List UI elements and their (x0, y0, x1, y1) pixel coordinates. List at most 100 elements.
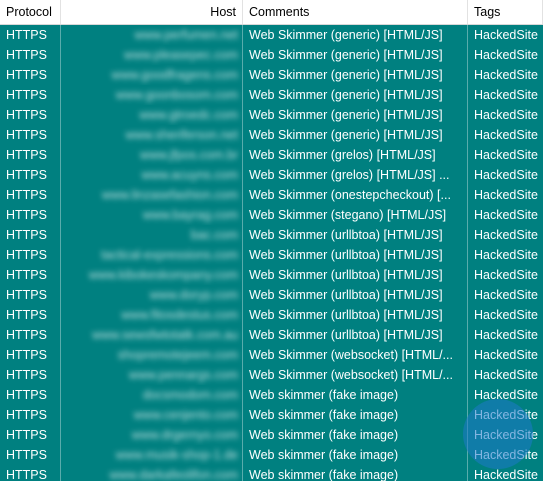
table-row[interactable]: HTTPS shopremotejeem.com Web Skimmer (webs… (0, 345, 543, 365)
host-text-redacted: docsmodom.com (142, 388, 238, 402)
cell-host: www.fitosdestus.com (61, 305, 243, 325)
cell-tags: HackedSite (474, 328, 538, 342)
cell-protocol: HTTPS (0, 405, 61, 425)
cell-tags: HackedSite (474, 248, 538, 262)
table-row[interactable]: HTTPS www.drgernyo.com Web skimmer (fake i… (0, 425, 543, 445)
table-row[interactable]: HTTPS www.goodfragens.com Web Skimmer (gen… (0, 65, 543, 85)
cell-host: www.gtroedc.com (61, 105, 243, 125)
cell-comments: Web Skimmer (generic) [HTML/JS] (243, 25, 468, 45)
table-row[interactable]: HTTPS www.fitosdestus.com Web Skimmer (url… (0, 305, 543, 325)
cell-tags: HackedSite (474, 468, 538, 481)
table-row[interactable]: HTTPS www.sewsfwtotatk.com.au Web Skimmer … (0, 325, 543, 345)
table-row[interactable]: HTTPS www.doryp.com Web Skimmer (urllbtoa)… (0, 285, 543, 305)
cell-tags: HackedSite (474, 68, 538, 82)
cell-tags: HackedSite (474, 148, 538, 162)
cell-comments: Web Skimmer (urllbtoa) [HTML/JS] (243, 285, 468, 305)
host-text-redacted: www.sheriferson.net (125, 128, 238, 142)
cell-protocol: HTTPS (0, 385, 61, 405)
cell-protocol: HTTPS (0, 345, 61, 365)
host-text-redacted: www.jfpos.com.br (140, 148, 238, 162)
cell-tags: HackedSite (474, 428, 538, 442)
table-header: Protocol Host Comments Tags (0, 0, 543, 25)
cell-comments: Web Skimmer (urllbtoa) [HTML/JS] (243, 305, 468, 325)
table-row[interactable]: HTTPS www.jfpos.com.br Web Skimmer (grelos… (0, 145, 543, 165)
cell-host: www.pleasepec.com (61, 45, 243, 65)
cell-comments: Web Skimmer (grelos) [HTML/JS] (243, 145, 468, 165)
table-row[interactable]: HTTPS www.goonbosom.com Web Skimmer (gener… (0, 85, 543, 105)
cell-comments: Web Skimmer (urllbtoa) [HTML/JS] (243, 325, 468, 345)
cell-comments: Web Skimmer (generic) [HTML/JS] (243, 45, 468, 65)
cell-tags: HackedSite (474, 288, 538, 302)
cell-comments: Web Skimmer (generic) [HTML/JS] (243, 125, 468, 145)
cell-host: www.goonbosom.com (61, 85, 243, 105)
table-row[interactable]: HTTPS www.musik-shop-1.de Web skimmer (fak… (0, 445, 543, 465)
host-text-redacted: www.kibokeskompany.com (88, 268, 238, 282)
cell-tags: HackedSite (474, 228, 538, 242)
table-body: HTTPS www.perfumen.net Web Skimmer (generi… (0, 25, 543, 481)
cell-protocol: HTTPS (0, 165, 61, 185)
cell-comments: Web Skimmer (onestepcheckout) [... (243, 185, 468, 205)
table-row[interactable]: HTTPS www.pleasepec.com Web Skimmer (gener… (0, 45, 543, 65)
cell-comments: Web Skimmer (websocket) [HTML/... (243, 365, 468, 385)
column-header-comments[interactable]: Comments (243, 0, 468, 24)
cell-host: www.sewsfwtotatk.com.au (61, 325, 243, 345)
cell-tags: HackedSite (474, 368, 538, 382)
cell-protocol: HTTPS (0, 25, 61, 45)
cell-tags: HackedSite (474, 128, 538, 142)
host-text-redacted: bac.com (190, 228, 238, 242)
cell-tags: HackedSite (474, 208, 538, 222)
cell-comments: Web Skimmer (websocket) [HTML/... (243, 345, 468, 365)
column-header-host[interactable]: Host (61, 0, 243, 24)
cell-protocol: HTTPS (0, 305, 61, 325)
host-text-redacted: www.pleasepec.com (124, 48, 238, 62)
cell-host: bac.com (61, 225, 243, 245)
cell-host: www.acuyns.com (61, 165, 243, 185)
cell-host: www.pennargs.com (61, 365, 243, 385)
table-row[interactable]: HTTPS www.linzasefashion.com Web Skimmer (… (0, 185, 543, 205)
host-text-redacted: www.pennargs.com (128, 368, 238, 382)
host-text-redacted: www.musik-shop-1.de (115, 448, 238, 462)
column-header-tags[interactable]: Tags (468, 0, 543, 24)
host-text-redacted: www.perfumen.net (134, 28, 238, 42)
cell-protocol: HTTPS (0, 225, 61, 245)
table-row[interactable]: HTTPS www.sheriferson.net Web Skimmer (gen… (0, 125, 543, 145)
table-row[interactable]: HTTPS www.gtroedc.com Web Skimmer (generic… (0, 105, 543, 125)
cell-host: www.goodfragens.com (61, 65, 243, 85)
cell-tags: HackedSite (474, 348, 538, 362)
table-row[interactable]: HTTPS tactical-expressions.com Web Skimmer… (0, 245, 543, 265)
table-row[interactable]: HTTPS docsmodom.com Web skimmer (fake imag… (0, 385, 543, 405)
cell-tags: HackedSite (474, 48, 538, 62)
table-row[interactable]: HTTPS www.perfumen.net Web Skimmer (generi… (0, 25, 543, 45)
cell-host: www.doryp.com (61, 285, 243, 305)
cell-host: www.darkafeolifon.com (61, 465, 243, 481)
cell-tags: HackedSite (474, 388, 538, 402)
cell-protocol: HTTPS (0, 65, 61, 85)
table-row[interactable]: HTTPS www.kibokeskompany.com Web Skimmer (… (0, 265, 543, 285)
cell-host: www.jfpos.com.br (61, 145, 243, 165)
table-row[interactable]: HTTPS www.cenjento.com Web skimmer (fake i… (0, 405, 543, 425)
cell-tags: HackedSite (474, 448, 538, 462)
table-row[interactable]: HTTPS www.pennargs.com Web Skimmer (websoc… (0, 365, 543, 385)
cell-comments: Web skimmer (fake image) (243, 385, 468, 405)
cell-comments: Web Skimmer (stegano) [HTML/JS] (243, 205, 468, 225)
host-text-redacted: www.goonbosom.com (115, 88, 238, 102)
host-text-redacted: www.acuyns.com (141, 168, 238, 182)
cell-tags: HackedSite (474, 168, 538, 182)
cell-tags: HackedSite (474, 108, 538, 122)
cell-host: tactical-expressions.com (61, 245, 243, 265)
host-text-redacted: shopremotejeem.com (117, 348, 238, 362)
table-row[interactable]: HTTPS bac.com Web Skimmer (urllbtoa) [HTML… (0, 225, 543, 245)
cell-comments: Web skimmer (fake image) (243, 405, 468, 425)
table-row[interactable]: HTTPS www.darkafeolifon.com Web skimmer (f… (0, 465, 543, 481)
column-header-protocol[interactable]: Protocol (0, 0, 61, 24)
host-text-redacted: www.linzasefashion.com (101, 188, 238, 202)
cell-protocol: HTTPS (0, 465, 61, 481)
cell-protocol: HTTPS (0, 365, 61, 385)
cell-protocol: HTTPS (0, 285, 61, 305)
cell-host: www.drgernyo.com (61, 425, 243, 445)
cell-protocol: HTTPS (0, 205, 61, 225)
table-row[interactable]: HTTPS www.bayrag.com Web Skimmer (stegano)… (0, 205, 543, 225)
cell-comments: Web Skimmer (grelos) [HTML/JS] ... (243, 165, 468, 185)
cell-protocol: HTTPS (0, 105, 61, 125)
table-row[interactable]: HTTPS www.acuyns.com Web Skimmer (grelos) … (0, 165, 543, 185)
